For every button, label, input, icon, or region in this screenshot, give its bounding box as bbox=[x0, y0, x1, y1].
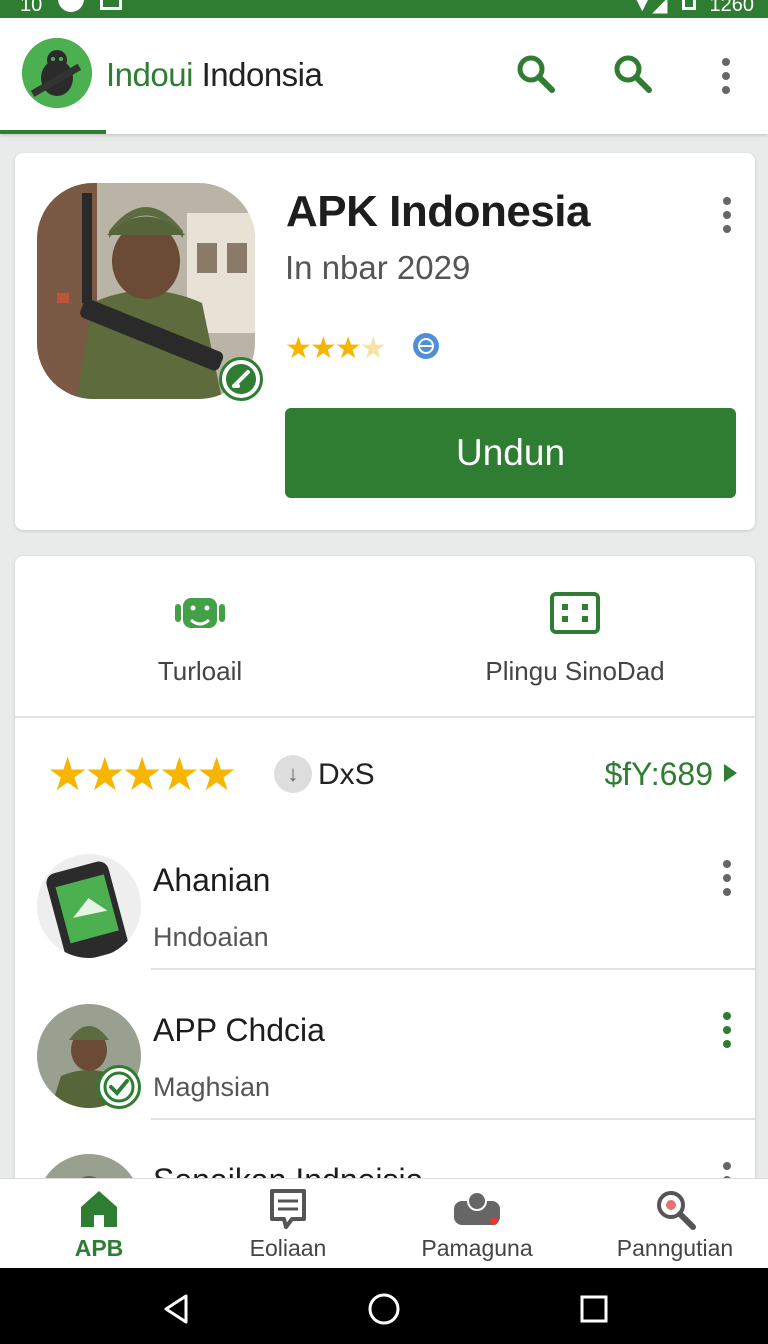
nav-item-messages[interactable]: Eoliaan bbox=[193, 1187, 383, 1262]
home-circle-icon[interactable] bbox=[367, 1292, 401, 1326]
rating-row: ★★★★★ ↓ DxS $fY:689 bbox=[47, 748, 737, 800]
android-icon bbox=[175, 598, 225, 628]
home-icon bbox=[81, 1191, 117, 1227]
search-icon[interactable] bbox=[514, 52, 558, 96]
title-part-green: Indoui bbox=[106, 56, 193, 93]
app-bar: Indoui Indonsia bbox=[0, 18, 768, 134]
list-item-title: APP Chdcia bbox=[153, 1012, 325, 1048]
tab-label: Turloail bbox=[157, 656, 243, 686]
active-tab-indicator bbox=[0, 130, 106, 134]
price-text[interactable]: $fY:689 bbox=[604, 756, 713, 793]
people-icon bbox=[454, 1191, 500, 1225]
more-vert-icon[interactable] bbox=[721, 860, 733, 900]
tab-screenshots[interactable]: Plingu SinoDad bbox=[455, 586, 695, 687]
screen-icon bbox=[550, 592, 600, 634]
nav-item-home[interactable]: APB bbox=[4, 1187, 194, 1262]
phone-icon bbox=[37, 854, 141, 958]
status-time-left: 10 bbox=[20, 0, 43, 16]
nav-label: Eoliaan bbox=[249, 1235, 327, 1261]
nav-label: Pamaguna bbox=[421, 1235, 533, 1261]
divider bbox=[15, 716, 755, 718]
list-item-title: Ahanian bbox=[153, 862, 271, 898]
tab-label: Plingu SinoDad bbox=[485, 656, 665, 686]
app-detail-card: APK Indonesia In nbar 2029 ★★★★ Undun bbox=[15, 153, 755, 530]
list-item-subtitle: Maghsian bbox=[153, 1072, 271, 1102]
message-icon bbox=[270, 1189, 306, 1229]
list-item[interactable]: Ahanian Hndoaian bbox=[15, 820, 755, 970]
app-title: Indoui Indonsia bbox=[106, 56, 323, 94]
search-icon bbox=[657, 1191, 696, 1230]
check-icon bbox=[97, 1065, 141, 1109]
install-button[interactable]: Undun bbox=[285, 408, 736, 498]
search-icon[interactable] bbox=[611, 52, 655, 96]
download-count: DxS bbox=[318, 758, 375, 791]
tab-download[interactable]: Turloail bbox=[140, 586, 260, 687]
more-vert-icon[interactable] bbox=[720, 58, 732, 98]
app-subtitle: In nbar 2029 bbox=[285, 249, 471, 286]
system-navigation-bar bbox=[0, 1268, 768, 1344]
recent-apps-icon[interactable] bbox=[577, 1292, 611, 1326]
play-arrow-icon[interactable] bbox=[724, 764, 737, 782]
signal-icon: ▼◢ bbox=[632, 0, 668, 16]
app-rating-stars: ★★★★ bbox=[285, 332, 387, 365]
nav-label: Panngutian bbox=[616, 1235, 734, 1261]
back-icon[interactable] bbox=[160, 1292, 194, 1326]
more-vert-icon[interactable] bbox=[721, 1012, 733, 1052]
nav-item-people[interactable]: Pamaguna bbox=[382, 1187, 572, 1262]
screen: 10 ▼◢ 1260 Indoui Indonsia APK Indonesia… bbox=[0, 0, 768, 1344]
app-logo bbox=[22, 38, 92, 108]
verified-badge-icon bbox=[219, 357, 263, 401]
rating-stars: ★★★★★ bbox=[47, 748, 237, 800]
app-name: APK Indonesia bbox=[286, 187, 591, 236]
image-icon bbox=[100, 0, 123, 10]
status-bar: 10 ▼◢ 1260 bbox=[0, 0, 768, 18]
battery-icon bbox=[681, 0, 696, 10]
globe-icon bbox=[413, 333, 439, 359]
list-item-subtitle: Hndoaian bbox=[153, 922, 269, 952]
notification-icon bbox=[58, 0, 85, 12]
status-time-right: 1260 bbox=[709, 0, 755, 16]
info-card: Turloail Plingu SinoDad ★★★★★ ↓ DxS $fY:… bbox=[15, 556, 755, 1196]
nav-label: APB bbox=[74, 1235, 124, 1261]
more-vert-icon[interactable] bbox=[721, 197, 733, 237]
bottom-navigation: APB Eoliaan Pamaguna Panngutian bbox=[0, 1178, 768, 1268]
download-icon[interactable]: ↓ bbox=[274, 755, 312, 793]
nav-item-search[interactable]: Panngutian bbox=[580, 1187, 768, 1262]
title-part-dark: Indonsia bbox=[192, 56, 323, 93]
list-item[interactable]: APP Chdcia Maghsian bbox=[15, 970, 755, 1120]
